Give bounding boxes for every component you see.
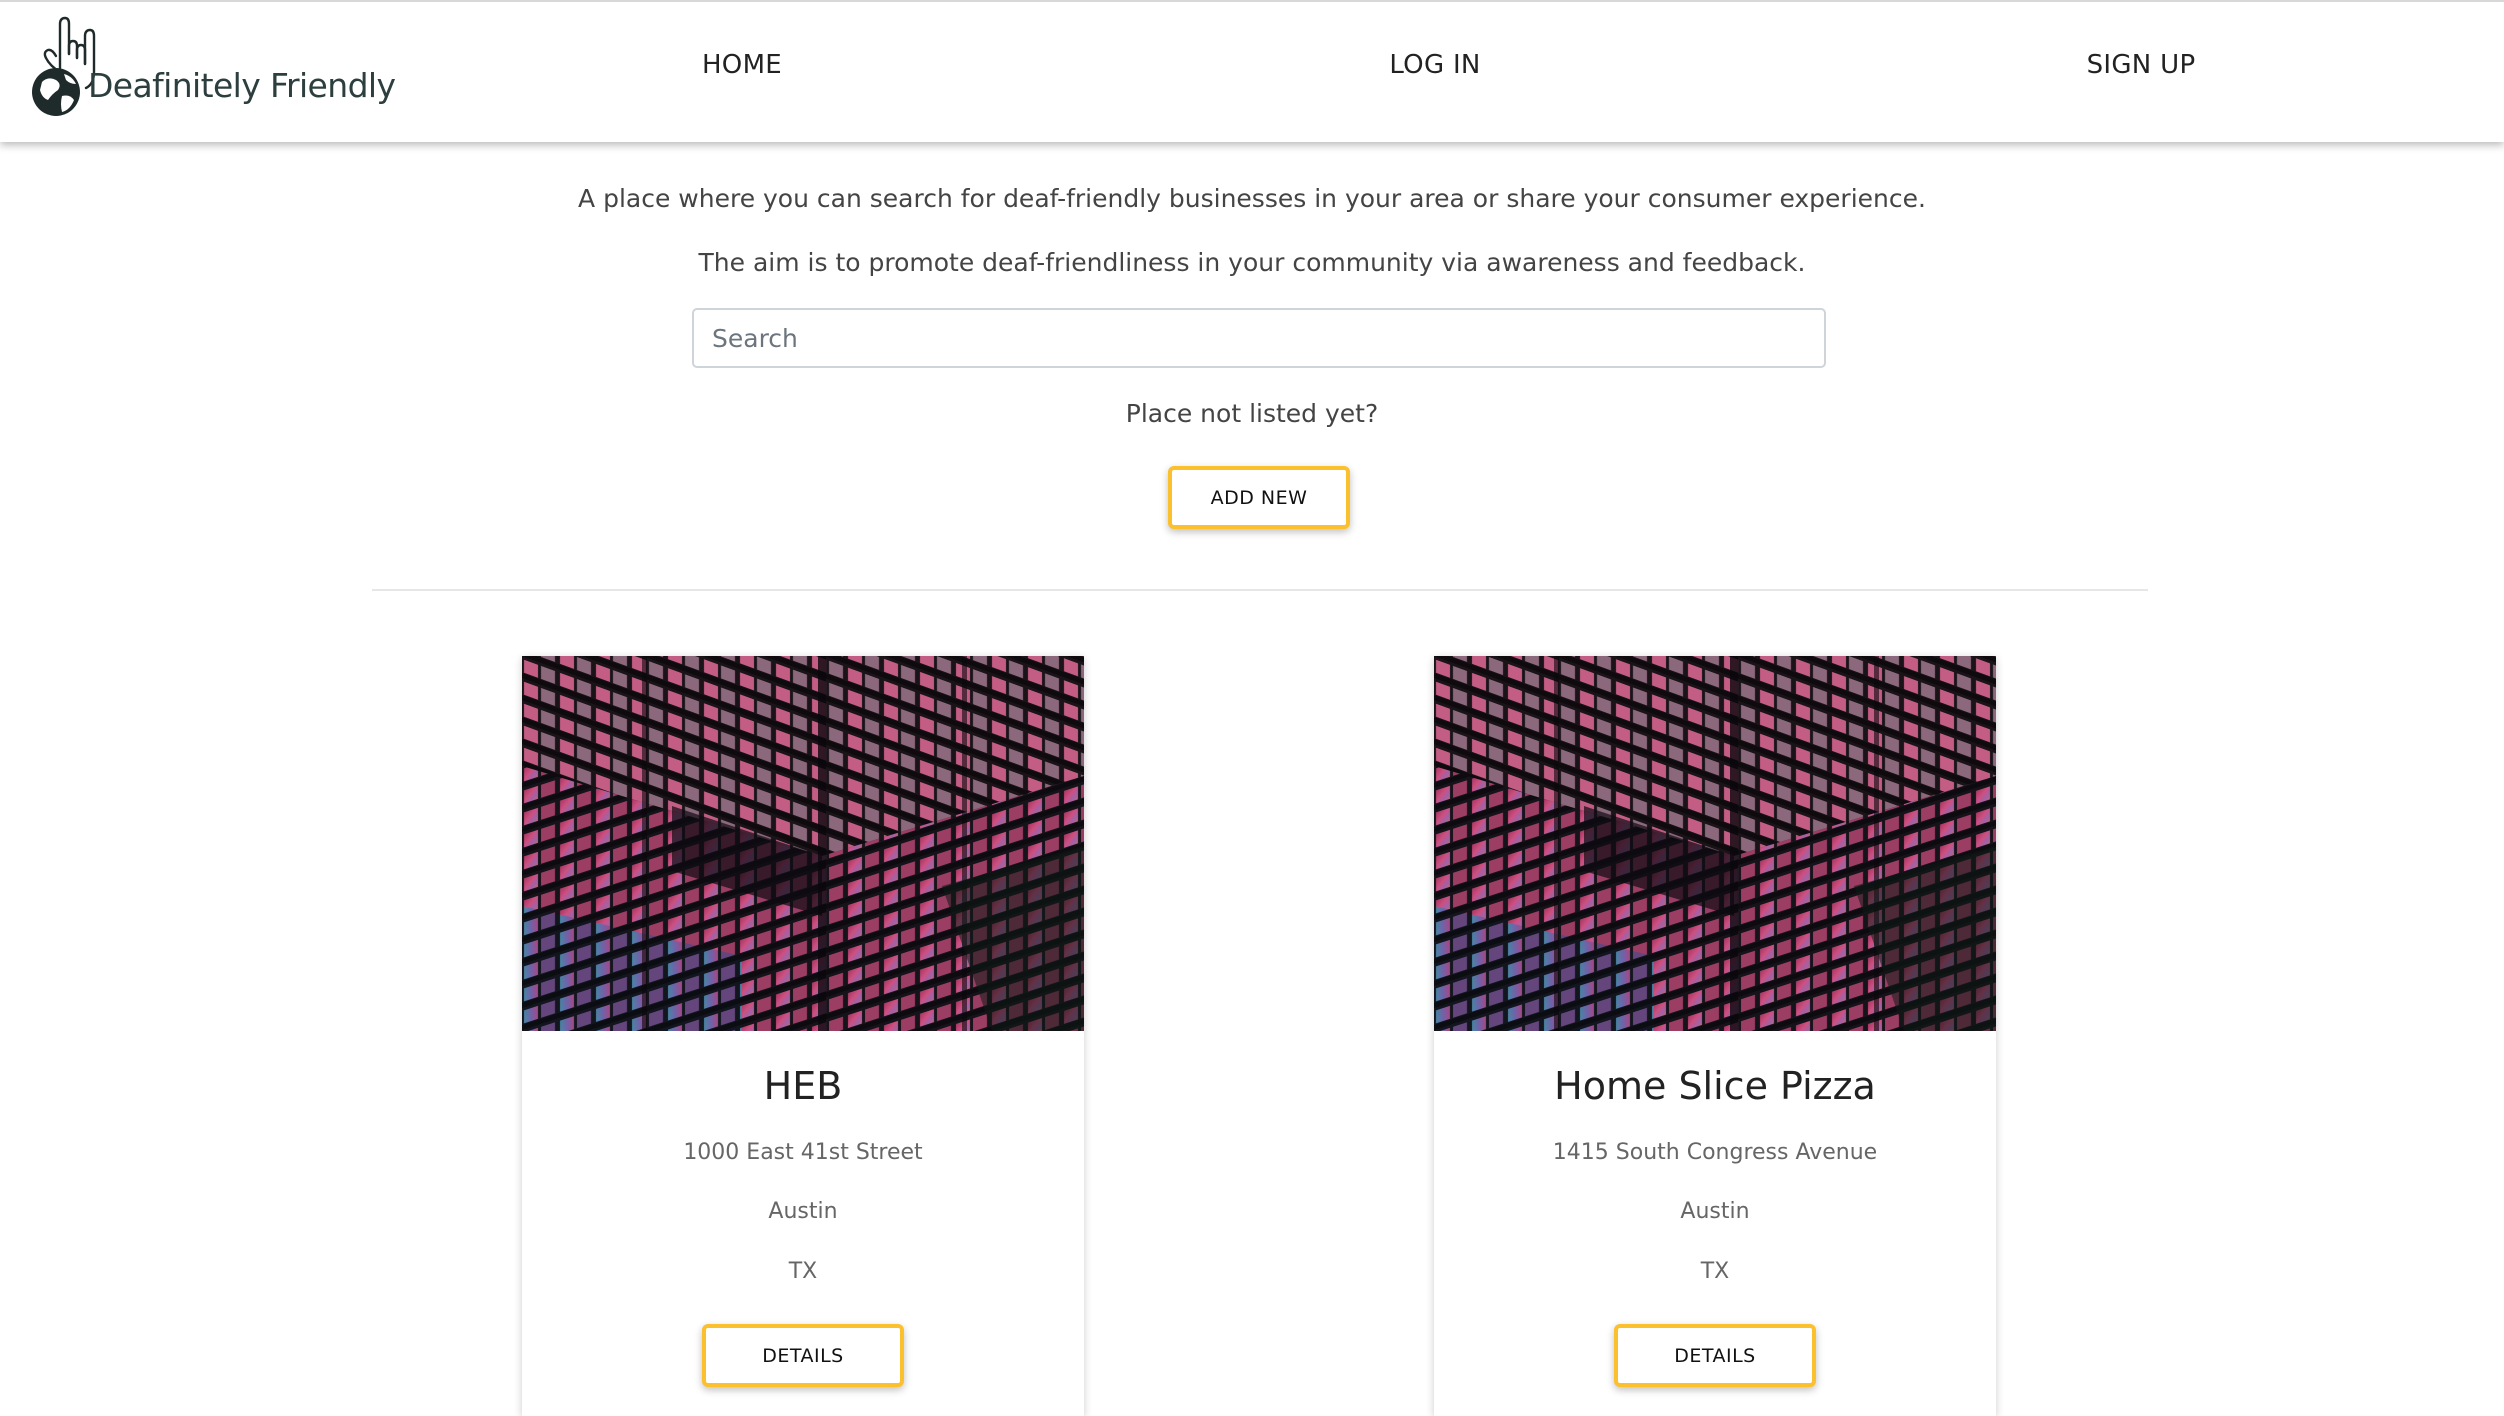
place-name: Home Slice Pizza: [1554, 1064, 1876, 1108]
place-name: HEB: [763, 1064, 843, 1108]
logo-text: Deafinitely Friendly: [88, 66, 396, 105]
top-navbar: Deafinitely Friendly HOME LOG IN SIGN UP: [0, 0, 2504, 142]
intro-text-2: The aim is to promote deaf-friendliness …: [698, 248, 1806, 277]
intro-text-1: A place where you can search for deaf-fr…: [578, 184, 1926, 213]
add-new-button[interactable]: ADD NEW: [1168, 466, 1350, 529]
place-card: HEB 1000 East 41st Street Austin TX DETA…: [522, 656, 1084, 1416]
place-image: [1434, 656, 1996, 1031]
place-card: Home Slice Pizza 1415 South Congress Ave…: [1434, 656, 1996, 1416]
search-input[interactable]: [692, 308, 1826, 368]
section-divider: [372, 589, 2148, 591]
nav-link-signup[interactable]: SIGN UP: [2087, 50, 2196, 80]
place-state: TX: [1700, 1259, 1730, 1284]
place-city: Austin: [1680, 1199, 1750, 1224]
place-street: 1000 East 41st Street: [683, 1140, 923, 1165]
place-image: [522, 656, 1084, 1031]
nav-link-login[interactable]: LOG IN: [1389, 50, 1480, 80]
place-state: TX: [788, 1259, 818, 1284]
add-place-prompt: Place not listed yet?: [1125, 399, 1379, 428]
site-logo[interactable]: Deafinitely Friendly: [28, 14, 396, 119]
place-street: 1415 South Congress Avenue: [1552, 1140, 1878, 1165]
place-city: Austin: [768, 1199, 838, 1224]
nav-link-home[interactable]: HOME: [702, 50, 782, 80]
